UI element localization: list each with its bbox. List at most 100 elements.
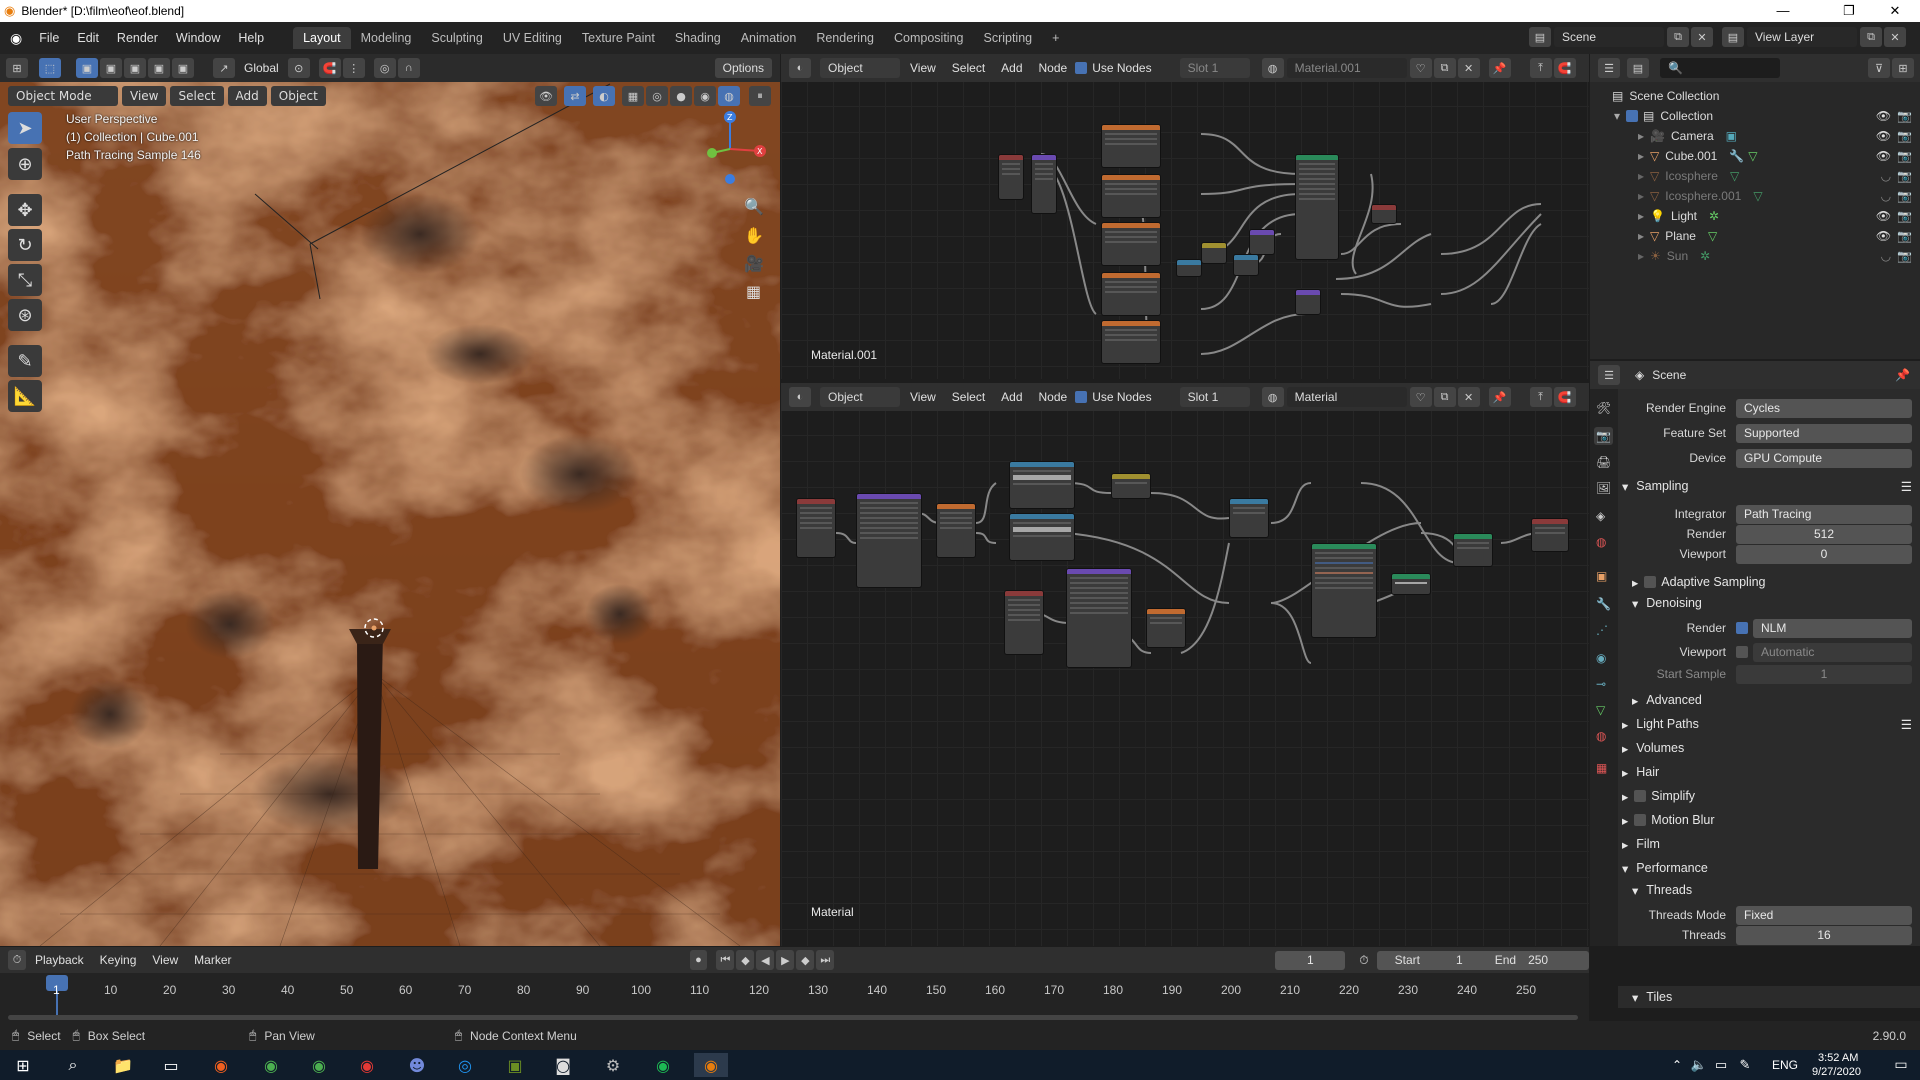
cursor-tool-icon[interactable]: ⊕ [8,148,42,180]
annotate-tool-icon[interactable]: ✎ [8,345,42,377]
editor-type-icon[interactable]: ☰ [1598,58,1620,78]
blender-taskbar-icon[interactable]: ◉ [694,1053,728,1077]
render-camera-icon[interactable]: 📷 [1897,189,1912,203]
timeline-menu-marker[interactable]: Marker [186,953,239,967]
node[interactable] [1176,259,1202,277]
transform-tool-icon[interactable]: ⊛ [8,299,42,331]
node[interactable] [796,498,836,558]
node-editor-bottom[interactable]: ◐ Object View Select Add Node Use Nodes … [781,383,1589,946]
pause-render-icon[interactable]: ⏸ [749,86,771,106]
object-tab-icon[interactable]: ▣ [1596,569,1607,583]
pin-icon[interactable]: 📌 [1895,368,1910,382]
node[interactable] [1066,568,1132,668]
jump-start-icon[interactable]: ⏮ [716,950,735,970]
viewport-menu-select[interactable]: Select [170,86,224,106]
motion-blur-panel[interactable]: ▸ Motion Blur [1618,809,1920,831]
viewport-3d[interactable]: ⊞ ⬚ ▣ ▣ ▣ ▣ ▣ ↗ Global ⊙ 🧲 ⋮ ◎ ∩ Options… [0,54,780,946]
node[interactable] [1101,272,1161,316]
node[interactable] [1295,154,1339,260]
view-layer-browse-icon[interactable]: ▤ [1722,27,1744,47]
timeline-ruler[interactable] [0,973,1589,1021]
options-dropdown[interactable]: Options [714,58,772,78]
delete-scene-icon[interactable]: ✕ [1691,27,1713,47]
select-mode-subtract-icon[interactable]: ▣ [124,58,146,78]
outliner-row-light[interactable]: ▸ 💡 Light ✲ 👁 📷 [1590,206,1920,226]
scene-tab-icon[interactable]: ◈ [1596,509,1605,523]
timeline-menu-keying[interactable]: Keying [92,953,145,967]
shading-solid-icon[interactable]: ● [670,86,692,106]
view-layer-field[interactable]: View Layer [1747,27,1857,47]
pan-hand-icon[interactable]: ✋ [744,226,764,245]
performance-panel-header[interactable]: ▾ Performance [1618,857,1920,879]
tab-animation[interactable]: Animation [731,27,807,49]
outliner-row-camera[interactable]: ▸ 🎥 Camera ▣ 👁 📷 [1590,126,1920,146]
node[interactable] [1101,222,1161,266]
hide-eye-icon[interactable]: 👁 [1876,109,1891,123]
viewport-menu-object[interactable]: Object [270,86,326,106]
data-tab-icon[interactable]: ▽ [1596,703,1605,717]
proportional-edit-icon[interactable]: ◎ [373,58,396,78]
light-paths-panel[interactable]: ▸ Light Paths ☰ [1618,713,1920,735]
app-dark-icon[interactable]: ◙ [546,1053,580,1077]
select-mode-invert-icon[interactable]: ▣ [148,58,170,78]
editor-type-icon[interactable]: ☰ [1598,365,1620,385]
expand-icon[interactable]: ▸ [1638,169,1644,183]
output-tab-icon[interactable]: 🖨 [1596,455,1611,469]
gizmo-icon[interactable]: ⇄ [564,86,586,106]
denoise-viewport-dropdown[interactable]: Automatic [1753,642,1912,662]
measure-tool-icon[interactable]: 📐 [8,380,42,412]
select-mode-set-icon[interactable]: ▣ [76,58,98,78]
scale-tool-icon[interactable]: ⤡ [8,264,42,296]
expand-icon[interactable]: ▸ [1638,229,1644,243]
file-explorer-icon[interactable]: 📁 [106,1053,140,1077]
material-tab-icon[interactable]: ◍ [1596,729,1606,743]
ortho-grid-icon[interactable]: ▦ [746,282,761,301]
node[interactable] [1531,518,1569,552]
new-view-layer-icon[interactable]: ⧉ [1860,27,1882,47]
maximize-button[interactable]: ❐ [1826,0,1872,22]
simplify-panel[interactable]: ▸ Simplify [1618,785,1920,807]
device-dropdown[interactable]: GPU Compute [1736,448,1912,468]
notification-icon[interactable]: ▭ [1884,1053,1918,1077]
node[interactable] [936,503,976,558]
firefox-icon[interactable]: ◉ [204,1053,238,1077]
render-samples-field[interactable]: 512 [1736,524,1912,544]
node[interactable] [1371,204,1397,224]
presets-list-icon[interactable]: ☰ [1901,717,1912,732]
xray-icon[interactable]: ▦ [622,86,644,106]
menu-render[interactable]: Render [108,31,167,45]
render-camera-icon[interactable]: 📷 [1897,149,1912,163]
render-camera-icon[interactable]: 📷 [1897,209,1912,223]
viewport-menu-add[interactable]: Add [227,86,267,106]
menu-help[interactable]: Help [229,31,273,45]
visibility-icon[interactable]: 👁 [535,86,557,106]
minecraft-icon[interactable]: ▣ [498,1053,532,1077]
scene-browse-icon[interactable]: ▤ [1529,27,1551,47]
editor-type-icon[interactable]: ⊞ [6,58,28,78]
expand-icon[interactable]: ▸ [1638,249,1644,263]
outliner-row-cube[interactable]: ▸ ▽ Cube.001 🔧 ▽ 👁 📷 [1590,146,1920,166]
denoise-render-dropdown[interactable]: NLM [1753,618,1912,638]
node[interactable] [1009,461,1075,509]
start-frame-field[interactable]: 1 [1456,953,1463,967]
physics-tab-icon[interactable]: ◉ [1596,651,1606,665]
hair-panel[interactable]: ▸ Hair [1618,761,1920,783]
threads-mode-dropdown[interactable]: Fixed [1736,905,1912,925]
denoising-panel-header[interactable]: ▾ Denoising [1618,592,1920,614]
snap-target-icon[interactable]: ⋮ [342,58,365,78]
tab-compositing[interactable]: Compositing [884,27,973,49]
world-tab-icon[interactable]: ◍ [1596,535,1606,549]
delete-view-layer-icon[interactable]: ✕ [1884,27,1906,47]
exclude-checkbox[interactable] [1626,110,1639,122]
node[interactable] [1101,174,1161,218]
modifier-tab-icon[interactable]: 🔧 [1596,597,1611,611]
select-tweak-icon[interactable]: ⬚ [39,58,61,78]
overlay-icon[interactable]: ◐ [593,86,615,106]
rotate-tool-icon[interactable]: ↻ [8,229,42,261]
render-camera-icon[interactable]: 📷 [1897,229,1912,243]
node[interactable] [1101,124,1161,168]
outliner-row-sun[interactable]: ▸ ☀ Sun ✲ ◡ 📷 [1590,246,1920,266]
zoom-icon[interactable]: 🔍 [744,197,764,216]
node[interactable] [1146,608,1186,648]
feature-set-dropdown[interactable]: Supported [1736,423,1912,443]
